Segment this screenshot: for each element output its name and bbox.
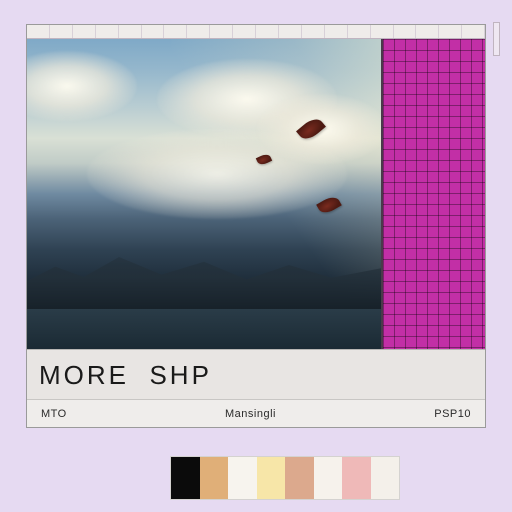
swatch[interactable]: [314, 457, 343, 499]
color-swatch-strip[interactable]: [170, 456, 400, 500]
footer-bar: MTO Mansingli PSP10: [27, 399, 485, 427]
swatch[interactable]: [200, 457, 229, 499]
swatch[interactable]: [371, 457, 400, 499]
binder-spine: [493, 22, 500, 56]
swatch[interactable]: [171, 457, 200, 499]
canvas-row: [27, 39, 485, 349]
footer-right-label: PSP10: [434, 408, 471, 420]
swatch[interactable]: [342, 457, 371, 499]
swatch[interactable]: [257, 457, 286, 499]
swatch[interactable]: [285, 457, 314, 499]
title-segment-b: SHP: [149, 360, 211, 390]
app-title: MORE SHP: [39, 360, 212, 391]
cloud: [27, 51, 137, 121]
grid-panel[interactable]: [383, 39, 485, 349]
footer-center-label: Mansingli: [225, 408, 276, 420]
canvas-photo[interactable]: [27, 39, 383, 349]
ruler-horizontal[interactable]: [27, 25, 485, 39]
water-body: [27, 309, 381, 349]
title-bar: MORE SHP: [27, 349, 485, 401]
swatch[interactable]: [228, 457, 257, 499]
mountain-silhouette: [27, 233, 381, 313]
editor-workspace: MORE SHP MTO Mansingli PSP10: [26, 24, 486, 428]
footer-left-label: MTO: [41, 408, 67, 420]
title-segment-a: MORE: [39, 360, 129, 390]
